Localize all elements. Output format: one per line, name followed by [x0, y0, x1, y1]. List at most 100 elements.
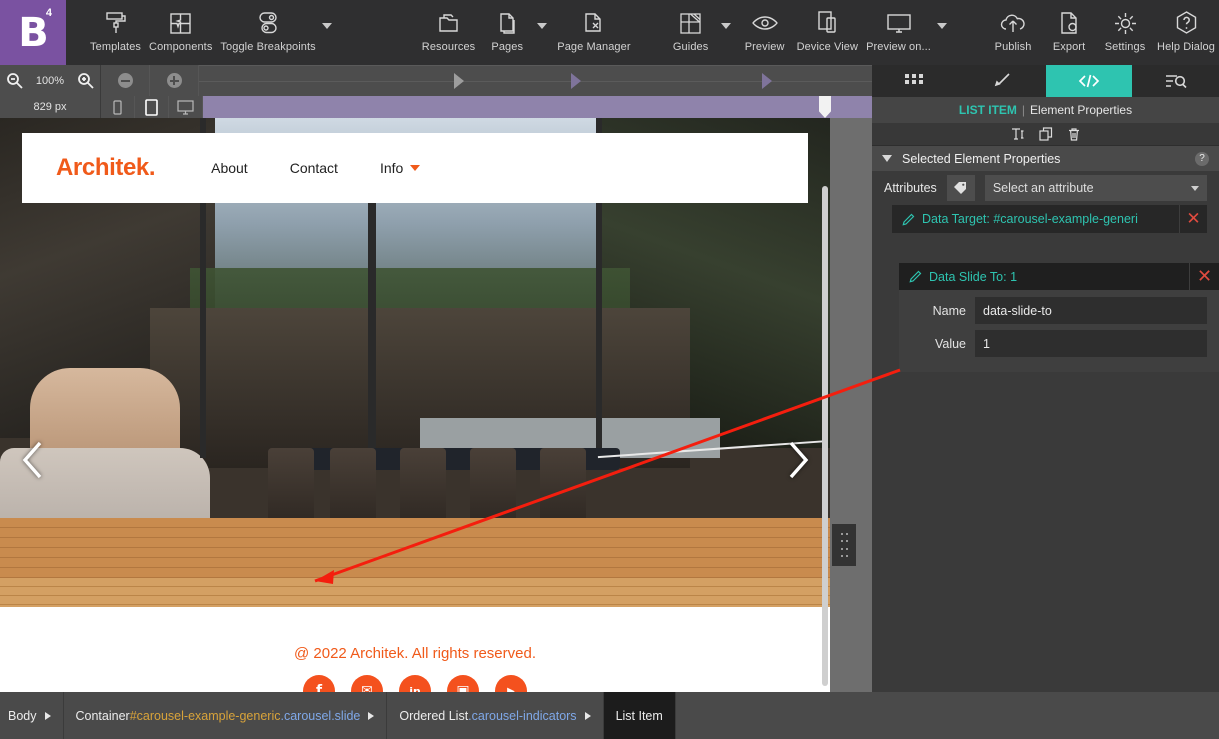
pages-icon: [496, 6, 518, 40]
toolbar-components[interactable]: Components: [145, 0, 216, 65]
nav-link-about[interactable]: About: [211, 160, 248, 176]
attribute-select-value: Select an attribute: [992, 181, 1094, 195]
breadcrumb-id: #carousel-example-generic: [129, 708, 281, 723]
toolbar-guides[interactable]: Guides: [663, 0, 719, 65]
toolbar-label: Guides: [672, 41, 709, 53]
breadcrumb-item-container[interactable]: Container #carousel-example-generic .carou…: [64, 692, 388, 739]
tab-search[interactable]: [1132, 65, 1219, 97]
breakpoint-ruler[interactable]: [199, 65, 872, 96]
breakpoints-dropdown-arrow[interactable]: [320, 0, 338, 65]
close-icon[interactable]: ✕: [1179, 205, 1207, 233]
breakpoint-marker-3[interactable]: [762, 73, 772, 89]
linkedin-icon[interactable]: in: [399, 675, 431, 692]
chevron-right-icon: [368, 711, 375, 720]
preview-on-dropdown-arrow[interactable]: [935, 0, 953, 65]
attribute-value-label: Value: [934, 336, 966, 351]
phone-icon[interactable]: [101, 96, 135, 118]
toolbar-device-view[interactable]: Device View: [793, 0, 862, 65]
instagram-icon[interactable]: ▣: [447, 675, 479, 692]
attribute-editor-popup[interactable]: Data Slide To: 1 ✕ Name data-slide-to Va…: [899, 263, 1219, 372]
attribute-name-input[interactable]: data-slide-to: [975, 297, 1207, 324]
guides-dropdown-arrow[interactable]: [719, 0, 737, 65]
attribute-select[interactable]: Select an attribute: [984, 175, 1207, 201]
trash-icon[interactable]: [1067, 127, 1081, 141]
guides-icon: [678, 6, 703, 40]
facebook-icon[interactable]: f: [303, 675, 335, 692]
text-tool-icon[interactable]: [1011, 127, 1025, 141]
breakpoint-marker-2[interactable]: [571, 73, 581, 89]
attribute-chip-label: Data Target: #carousel-example-generi: [922, 212, 1138, 226]
tablet-icon[interactable]: [135, 96, 169, 118]
duplicate-icon[interactable]: [1038, 127, 1053, 141]
nav-link-contact[interactable]: Contact: [290, 160, 338, 176]
tab-grid[interactable]: [872, 65, 959, 97]
toolbar-templates[interactable]: Templates: [86, 0, 145, 65]
youtube-icon[interactable]: ▶: [495, 675, 527, 692]
zoom-bar: 100%: [0, 65, 872, 96]
toolbar-export[interactable]: Export: [1041, 0, 1097, 65]
breadcrumb-item-body[interactable]: Body: [0, 692, 64, 739]
tab-code[interactable]: [1045, 65, 1133, 97]
carousel-next-button[interactable]: [783, 438, 813, 482]
zoom-in-icon[interactable]: [77, 72, 94, 89]
chevron-down-icon: [1191, 185, 1199, 191]
nav-link-info[interactable]: Info: [380, 160, 421, 176]
zoom-out-icon[interactable]: [6, 72, 23, 89]
close-icon[interactable]: ✕: [1189, 263, 1219, 290]
attribute-chip-data-target[interactable]: Data Target: #carousel-example-generi ✕: [892, 205, 1207, 233]
toolbar-preview-on[interactable]: Preview on...: [862, 0, 935, 65]
breadcrumb-item-list-item[interactable]: List Item: [603, 692, 676, 739]
selected-element-properties-section[interactable]: Selected Element Properties ?: [872, 146, 1219, 171]
app-window: B 4 Templates Components Toggle Breakpoi…: [0, 0, 1219, 739]
carousel-prev-button[interactable]: [18, 438, 48, 482]
page-scrollbar[interactable]: [822, 186, 828, 686]
twitter-icon[interactable]: ✉: [351, 675, 383, 692]
toolbar-publish[interactable]: Publish: [985, 0, 1041, 65]
canvas-width-handle[interactable]: [819, 96, 831, 118]
breadcrumb-class: .carousel-indicators: [468, 708, 577, 723]
breadcrumb-label: Container: [75, 708, 130, 723]
desktop-icon[interactable]: [169, 96, 203, 118]
breakpoint-marker-1[interactable]: [454, 73, 464, 89]
toolbar-pages[interactable]: Pages: [479, 0, 535, 65]
attribute-value-input[interactable]: 1: [975, 330, 1207, 357]
panel-title: LIST ITEM | Element Properties: [872, 97, 1219, 123]
preview-page[interactable]: Architek. About Contact Info @ 2022 Arch…: [0, 118, 830, 692]
pages-dropdown-arrow[interactable]: [535, 0, 553, 65]
canvas-resize-handle[interactable]: [832, 524, 856, 566]
toolbar-resources[interactable]: Resources: [418, 0, 479, 65]
breadcrumb-label: Body: [8, 708, 37, 723]
canvas-width-slider[interactable]: [203, 96, 872, 118]
toolbar-page-manager[interactable]: Page Manager: [553, 0, 634, 65]
toolbar-label: Toggle Breakpoints: [220, 41, 316, 53]
footer-socials: f ✉ in ▣ ▶: [303, 675, 527, 692]
folders-icon: [436, 6, 462, 40]
pencil-icon: [902, 213, 915, 226]
attribute-editor-header[interactable]: Data Slide To: 1 ✕: [899, 263, 1219, 290]
zoom-increase-button[interactable]: [150, 65, 199, 96]
design-canvas[interactable]: Architek. About Contact Info @ 2022 Arch…: [0, 118, 872, 692]
attributes-label: Attributes: [884, 181, 937, 195]
zoom-decrease-button[interactable]: [101, 65, 150, 96]
toolbar-toggle-breakpoints[interactable]: Toggle Breakpoints: [216, 0, 319, 65]
toolbar-preview[interactable]: Preview: [737, 0, 793, 65]
breadcrumb-empty-area: [675, 692, 1219, 739]
tag-icon[interactable]: [946, 175, 975, 201]
attribute-editor-body: Name data-slide-to Value 1: [899, 290, 1219, 372]
attribute-editor-title: Data Slide To: 1: [929, 269, 1018, 284]
panel-tabs: [872, 65, 1219, 97]
toolbar-help-dialog[interactable]: Help Dialog: [1153, 0, 1219, 65]
toolbar-settings[interactable]: Settings: [1097, 0, 1153, 65]
breadcrumb-label: List Item: [615, 708, 663, 723]
site-brand[interactable]: Architek.: [56, 154, 156, 182]
help-icon: [1174, 6, 1199, 40]
help-icon[interactable]: ?: [1195, 151, 1209, 166]
breadcrumb-item-ordered-list[interactable]: Ordered List .carousel-indicators: [387, 692, 604, 739]
toolbar-label: Preview: [744, 41, 785, 53]
toolbar-label: Resources: [421, 41, 476, 53]
tab-style[interactable]: [959, 65, 1046, 97]
attribute-name-row: Name data-slide-to: [911, 297, 1207, 324]
toolbar-label: Pages: [491, 41, 524, 53]
site-navbar: Architek. About Contact Info: [22, 133, 808, 203]
app-logo[interactable]: B 4: [0, 0, 66, 65]
